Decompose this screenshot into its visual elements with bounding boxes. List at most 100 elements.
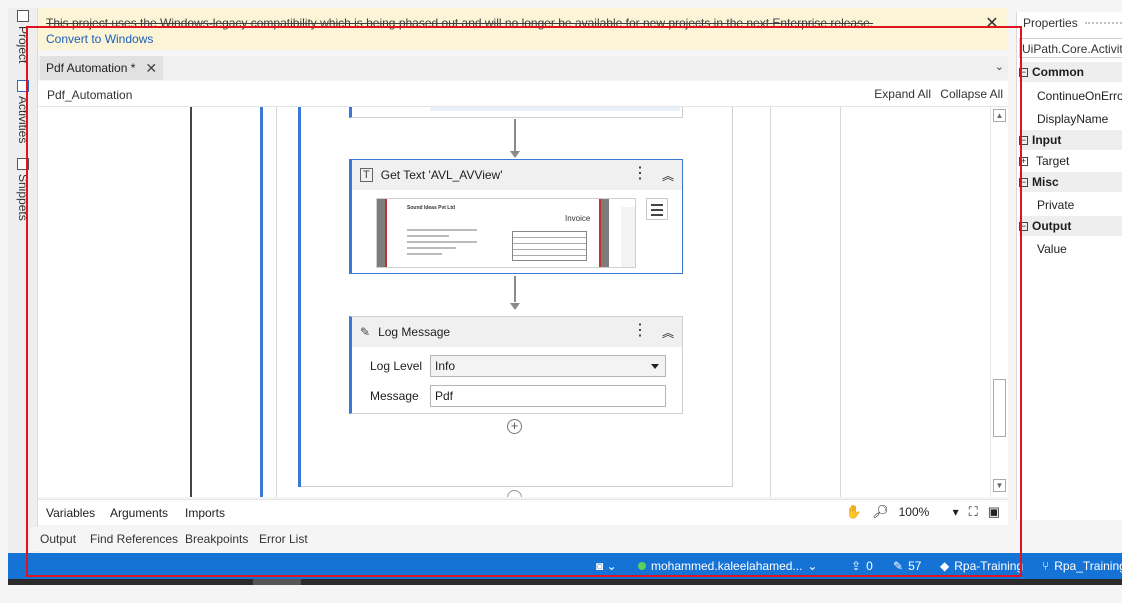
zoom-value: 100% (898, 505, 930, 519)
panel-tabs: Output Find References Breakpoints Error… (30, 527, 1020, 551)
imports-tab[interactable]: Imports (185, 506, 225, 520)
scroll-up-icon[interactable]: ▲ (993, 109, 1006, 122)
prop-display-name[interactable]: DisplayName (1037, 112, 1108, 126)
add-activity-icon[interactable] (507, 490, 522, 497)
orchestrator-icon[interactable]: ◙ ⌄ (596, 559, 617, 573)
prop-value[interactable]: Value (1037, 242, 1067, 256)
zoom-select[interactable]: 100% ▾ (899, 505, 959, 519)
tab-project[interactable]: Project (12, 10, 34, 63)
prop-target[interactable]: + Target (1019, 154, 1069, 168)
sequence-guide-right-2 (840, 107, 841, 497)
tab-pdf-automation[interactable]: Pdf Automation * ✕ (40, 56, 164, 80)
arrow-down-icon (510, 303, 520, 310)
project-name: Rpa-Training (954, 559, 1024, 573)
project-icon (17, 10, 29, 22)
tab-activities[interactable]: Activities (12, 80, 34, 143)
collapse-icon[interactable]: ︽ (662, 167, 674, 184)
hamburger-menu-icon[interactable] (646, 198, 668, 220)
tab-snippets-label: Snippets (16, 174, 30, 221)
message-input[interactable]: Pdf (430, 385, 666, 407)
document-tab-row: Pdf Automation * ✕ ⌄ (38, 56, 1008, 80)
breadcrumb[interactable]: Pdf_Automation (47, 88, 132, 102)
message-value: Pdf (435, 389, 454, 403)
tab-find-references[interactable]: Find References (90, 532, 178, 546)
category-misc[interactable]: − Misc (1019, 172, 1122, 192)
add-activity-icon[interactable]: + (507, 419, 522, 434)
sequence-guide (276, 107, 277, 497)
expand-box-icon[interactable]: + (1019, 156, 1028, 166)
prop-private[interactable]: Private (1037, 198, 1074, 212)
category-label: Output (1032, 219, 1072, 233)
changes-indicator[interactable]: ✎ 57 (893, 559, 921, 573)
collapse-box-icon[interactable]: − (1019, 221, 1028, 231)
tab-snippets[interactable]: Snippets (12, 158, 34, 221)
expand-all-button[interactable]: Expand All (874, 87, 931, 101)
publish-indicator[interactable]: ⇪ 0 (851, 559, 873, 573)
tab-error-list[interactable]: Error List (259, 532, 308, 546)
collapse-box-icon[interactable]: − (1019, 135, 1028, 145)
message-row: Message Pdf (370, 385, 666, 407)
branch-indicator[interactable]: ⑂ Rpa_Training (1042, 559, 1122, 573)
log-level-label: Log Level (370, 359, 423, 373)
tab-output[interactable]: Output (40, 532, 76, 546)
tab-breakpoints[interactable]: Breakpoints (185, 532, 248, 546)
tab-close-icon[interactable]: ✕ (145, 60, 157, 77)
log-level-select[interactable]: Info (430, 355, 666, 377)
zoom-caret-icon: ▾ (952, 505, 959, 519)
log-message-activity[interactable]: ✎ Log Message ⋮ ︽ Log Level Info Message… (349, 316, 683, 414)
category-label: Common (1032, 65, 1084, 79)
sequence-guide-right (770, 107, 771, 497)
workflow-canvas[interactable]: T Get Text 'AVL_AVView' ⋮ ︽ Sound Ideas … (38, 107, 1008, 497)
get-text-activity[interactable]: T Get Text 'AVL_AVView' ⋮ ︽ Sound Ideas … (349, 159, 683, 274)
log-message-icon: ✎ (360, 325, 371, 339)
outer-sequence-border (190, 107, 192, 497)
designer-bottom-bar: Variables Arguments Imports ✋ 🔎︎ 100% ▾ … (38, 499, 1008, 525)
canvas-scrollbar[interactable]: ▲ ▼ (990, 107, 1007, 497)
project-indicator[interactable]: ◆ Rpa-Training (940, 559, 1023, 573)
branch-icon: ⑂ (1042, 559, 1050, 573)
collapse-all-button[interactable]: Collapse All (940, 87, 1003, 101)
scroll-down-icon[interactable]: ▼ (993, 479, 1006, 492)
search-zoom-icon[interactable]: 🔎︎ (872, 504, 889, 520)
collapse-box-icon[interactable]: − (1019, 177, 1028, 187)
get-text-icon: T (360, 168, 373, 182)
preview-doc-title: Sound Ideas Pvt Ltd (407, 205, 456, 211)
variables-tab[interactable]: Variables (46, 506, 95, 520)
scroll-thumb[interactable] (993, 379, 1006, 437)
category-common[interactable]: − Common (1019, 62, 1122, 82)
user-name: mohammed.kaleelahamed... (651, 559, 803, 573)
more-options-icon[interactable]: ⋮ (632, 166, 648, 182)
taskbar-strip (8, 579, 1122, 585)
properties-panel: Properties UiPath.Core.Activities − Comm… (1016, 12, 1122, 520)
activity-header: T Get Text 'AVL_AVView' ⋮ ︽ (352, 160, 682, 190)
collapse-icon[interactable]: ︽ (662, 324, 674, 341)
chevron-down-icon[interactable]: ⌄ (995, 60, 1004, 73)
category-input[interactable]: − Input (1019, 130, 1122, 150)
upload-icon: ⇪ (851, 559, 862, 573)
side-panel-strip: Project Activities Snippets (8, 8, 38, 553)
publish-count: 0 (866, 559, 873, 573)
log-level-row: Log Level Info (370, 355, 666, 377)
user-status[interactable]: mohammed.kaleelahamed... ⌄ (638, 559, 817, 573)
collapse-box-icon[interactable]: − (1019, 67, 1028, 77)
prop-target-label: Target (1036, 154, 1070, 168)
prop-continue-on-error[interactable]: ContinueOnError (1037, 89, 1122, 103)
previous-activity[interactable] (349, 107, 683, 118)
category-output[interactable]: − Output (1019, 216, 1122, 236)
arguments-tab[interactable]: Arguments (110, 506, 168, 520)
panel-grip[interactable] (1085, 22, 1122, 26)
hand-pan-icon[interactable]: ✋ (846, 504, 862, 520)
convert-to-windows-link[interactable]: Convert to Windows (46, 32, 153, 46)
arrow-down-icon (510, 151, 520, 158)
tab-project-label: Project (16, 26, 30, 64)
properties-title: Properties (1023, 16, 1078, 30)
changes-count: 57 (908, 559, 922, 573)
tab-label: Pdf Automation * (46, 61, 136, 75)
more-options-icon[interactable]: ⋮ (632, 323, 648, 339)
category-label: Misc (1032, 175, 1059, 189)
tab-activities-label: Activities (16, 96, 30, 144)
overview-icon[interactable]: ▣ (988, 504, 1000, 520)
fit-to-screen-icon[interactable]: ⛶ (969, 504, 978, 520)
close-icon[interactable]: ✕ (984, 16, 1000, 32)
zoom-tools: ✋ 🔎︎ 100% ▾ ⛶ ▣ (846, 504, 1000, 520)
